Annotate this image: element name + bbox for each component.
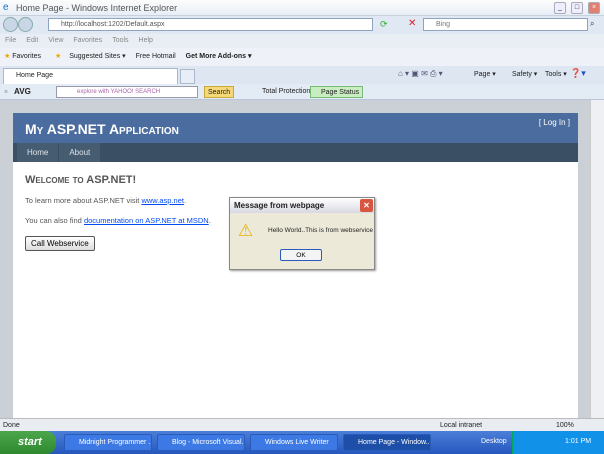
taskbar-item-live-writer[interactable]: Windows Live Writer [250, 434, 338, 451]
address-bar-row: http://localhost:1202/Default.aspx ⟳ ✕ B… [0, 16, 604, 34]
tab-bar: Home Page ⌂ ▾ ▣ ✉ ⎙ ▾ Page ▾ Safety ▾ To… [0, 66, 604, 84]
avg-toolbar: × AVG explore with YAHOO! SEARCH Search … [0, 84, 604, 100]
status-bar: Done Local intranet 100% [0, 418, 604, 431]
nav-home[interactable]: Home [17, 143, 59, 162]
clock: 1:01 PM [565, 438, 592, 445]
warning-icon: ⚠ [238, 221, 254, 240]
refresh-icon[interactable]: ⟳ [380, 19, 388, 30]
menu-help[interactable]: Help [139, 37, 153, 44]
site-header: My ASP.NET Application [ Log In ] [13, 113, 578, 143]
close-toolbar-icon[interactable]: × [4, 89, 8, 96]
favorites-bar: ★ Favorites ★ Suggested Sites ▾ Free Hot… [0, 48, 604, 66]
new-tab-button[interactable] [180, 69, 195, 84]
close-button[interactable]: × [588, 2, 600, 14]
system-tray: 1:01 PM [512, 431, 604, 454]
desktop-toolbar[interactable]: Desktop [481, 438, 507, 445]
call-webservice-button[interactable]: Call Webservice [25, 236, 95, 251]
yahoo-search-input[interactable]: explore with YAHOO! SEARCH [56, 86, 198, 98]
start-button[interactable]: start [0, 431, 56, 454]
avg-search-button[interactable]: Search [204, 86, 235, 98]
p2-text: You can also find [25, 216, 84, 225]
free-hotmail-link[interactable]: Free Hotmail [136, 53, 176, 60]
minimize-button[interactable]: _ [554, 2, 566, 14]
dialog-title: Message from webpage [234, 201, 325, 210]
url-input[interactable]: http://localhost:1202/Default.aspx [48, 18, 373, 31]
forward-button[interactable] [18, 17, 33, 32]
status-text: Done [3, 422, 20, 429]
menu-view[interactable]: View [48, 37, 63, 44]
menu-file[interactable]: File [5, 37, 16, 44]
dialog-message: Hello World..This is from webservice [268, 227, 373, 234]
tab-home-page[interactable]: Home Page [3, 68, 178, 84]
vertical-scrollbar[interactable] [590, 100, 604, 418]
site-title: My ASP.NET Application [25, 121, 179, 137]
avg-logo[interactable]: AVG [14, 87, 31, 96]
title-bar: e Home Page - Windows Internet Explorer … [0, 0, 604, 16]
menu-bar: File Edit View Favorites Tools Help [0, 34, 604, 48]
total-protection-button[interactable]: Total Protection [262, 84, 310, 100]
taskbar-item-firefox[interactable]: Midnight Programmer ... [64, 434, 152, 451]
p1-text: To learn more about ASP.NET visit [25, 196, 142, 205]
msdn-docs-link[interactable]: documentation on ASP.NET at MSDN [84, 216, 209, 225]
menu-favorites[interactable]: Favorites [73, 37, 102, 44]
site-nav: Home About [13, 143, 578, 162]
get-more-addons-link[interactable]: Get More Add-ons ▾ [186, 53, 252, 60]
maximize-button[interactable]: □ [571, 2, 583, 14]
menu-tools[interactable]: Tools [112, 37, 128, 44]
home-icon[interactable]: ⌂ ▾ ▣ ✉ ⎙ ▾ [398, 69, 443, 79]
taskbar: start Midnight Programmer ... Blog - Mic… [0, 431, 604, 454]
tools-menu[interactable]: Tools ▾ [545, 70, 567, 78]
ie-icon: e [3, 2, 9, 13]
taskbar-item-ie[interactable]: Home Page - Window... [343, 434, 431, 451]
message-dialog: Message from webpage ✕ ⚠ Hello World..Thi… [229, 197, 375, 270]
page-status-button[interactable]: Page Status [310, 86, 364, 98]
favorites-star-icon: ★ [4, 53, 11, 60]
dialog-titlebar: Message from webpage ✕ [230, 198, 374, 213]
back-button[interactable] [3, 17, 18, 32]
help-icon[interactable]: ❓▾ [570, 68, 586, 79]
nav-about[interactable]: About [59, 143, 101, 162]
menu-edit[interactable]: Edit [26, 37, 38, 44]
tab-label: Home Page [16, 72, 53, 79]
login-link[interactable]: [ Log In ] [539, 118, 570, 127]
asp-net-link[interactable]: www.asp.net [141, 196, 184, 205]
window-title: Home Page - Windows Internet Explorer [16, 3, 178, 13]
suggested-sites-link[interactable]: Suggested Sites ▾ [69, 53, 125, 60]
dialog-ok-button[interactable]: OK [280, 249, 322, 261]
stop-icon[interactable]: ✕ [408, 18, 416, 29]
search-icon[interactable]: ⌕ [590, 19, 594, 29]
page-menu[interactable]: Page ▾ [474, 70, 496, 78]
taskbar-item-visual-studio[interactable]: Blog - Microsoft Visual... [157, 434, 245, 451]
safety-menu[interactable]: Safety ▾ [512, 70, 537, 78]
page-heading: Welcome to ASP.NET! [25, 174, 137, 186]
add-favorite-icon[interactable]: ★ [55, 53, 61, 60]
dialog-close-button[interactable]: ✕ [360, 199, 373, 212]
favorites-button[interactable]: Favorites [12, 53, 41, 60]
start-label: start [18, 436, 42, 448]
search-input[interactable]: Bing [423, 18, 588, 31]
